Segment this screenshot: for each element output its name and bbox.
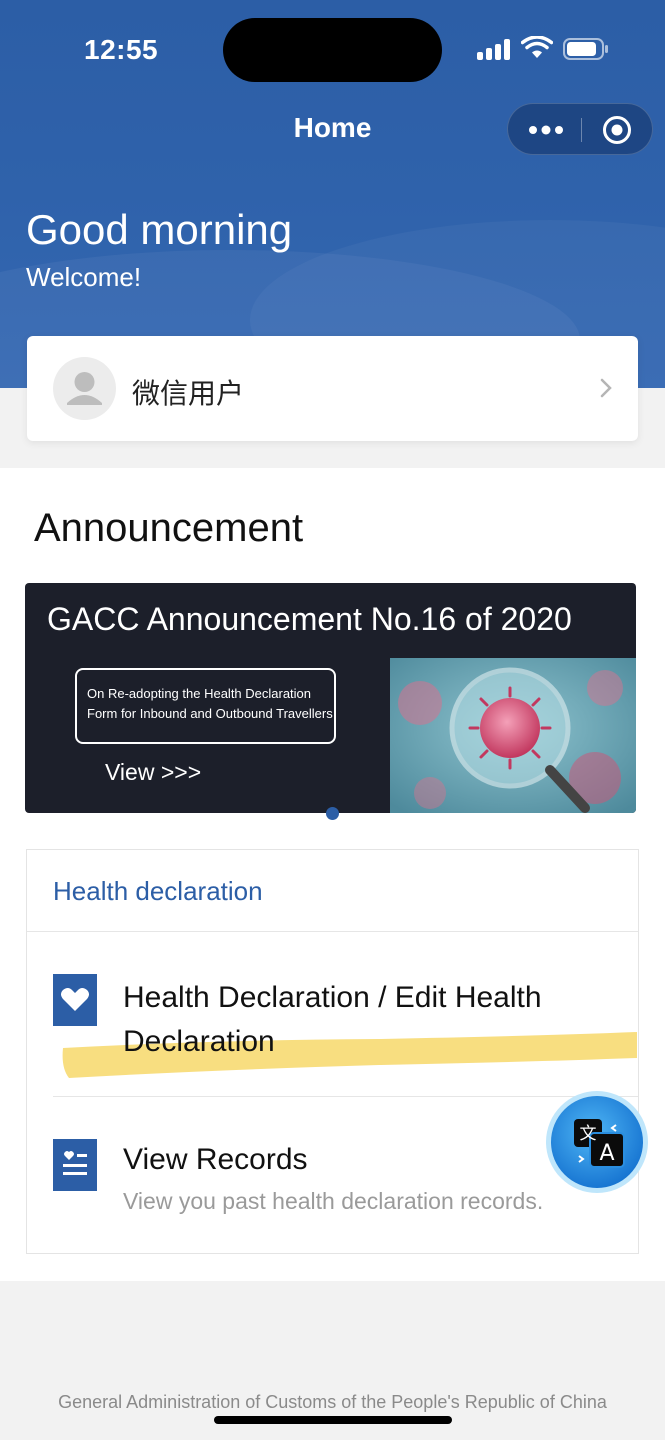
announcement-heading: Announcement — [34, 506, 304, 550]
banner-title: GACC Announcement No.16 of 2020 — [47, 601, 572, 637]
battery-icon — [563, 38, 608, 60]
announcement-banner[interactable]: GACC Announcement No.16 of 2020 On Re-ad… — [25, 583, 636, 813]
mini-program-capsule — [507, 103, 653, 155]
greeting: Good morning — [26, 206, 293, 253]
welcome-text: Welcome! — [26, 262, 142, 292]
banner-subtitle-line: Form for Inbound and Outbound Travellers — [87, 706, 333, 721]
banner-subtitle-box: On Re-adopting the Health Declaration Fo… — [75, 668, 336, 744]
signal-icon — [477, 38, 511, 60]
heart-icon — [53, 974, 97, 1026]
chevron-right-icon — [600, 378, 612, 398]
records-icon — [53, 1139, 97, 1191]
banner-view-link[interactable]: View >>> — [105, 759, 201, 786]
health-card-header: Health declaration — [27, 850, 638, 932]
banner-subtitle-line: On Re-adopting the Health Declaration — [87, 686, 312, 701]
health-section-title: Health declaration — [53, 876, 263, 906]
home-indicator[interactable] — [214, 1416, 452, 1424]
username: 微信用户 — [132, 378, 245, 409]
avatar — [53, 357, 116, 420]
user-icon — [67, 372, 102, 405]
close-miniprogram-icon[interactable] — [602, 115, 632, 145]
svg-text:文: 文 — [580, 1124, 597, 1144]
more-icon[interactable] — [528, 122, 564, 138]
capsule-divider — [581, 118, 582, 142]
view-records-link[interactable]: View Records — [123, 1143, 308, 1177]
svg-text:A: A — [599, 1141, 614, 1166]
health-declaration-link[interactable]: Health Declaration / Edit Health Declara… — [123, 976, 613, 1064]
virus-magnifier-image — [390, 658, 636, 813]
status-bar: 12:55 — [0, 18, 665, 82]
user-card[interactable]: 微信用户 — [27, 336, 638, 441]
footer-text: General Administration of Customs of the… — [58, 1392, 607, 1412]
carousel-indicator[interactable] — [326, 807, 339, 820]
view-records-description: View you past health declaration records… — [123, 1188, 544, 1214]
status-time: 12:55 — [84, 34, 159, 65]
dynamic-island — [223, 18, 442, 82]
wifi-icon — [521, 36, 553, 58]
translate-icon[interactable]: 文 A — [544, 1089, 650, 1195]
